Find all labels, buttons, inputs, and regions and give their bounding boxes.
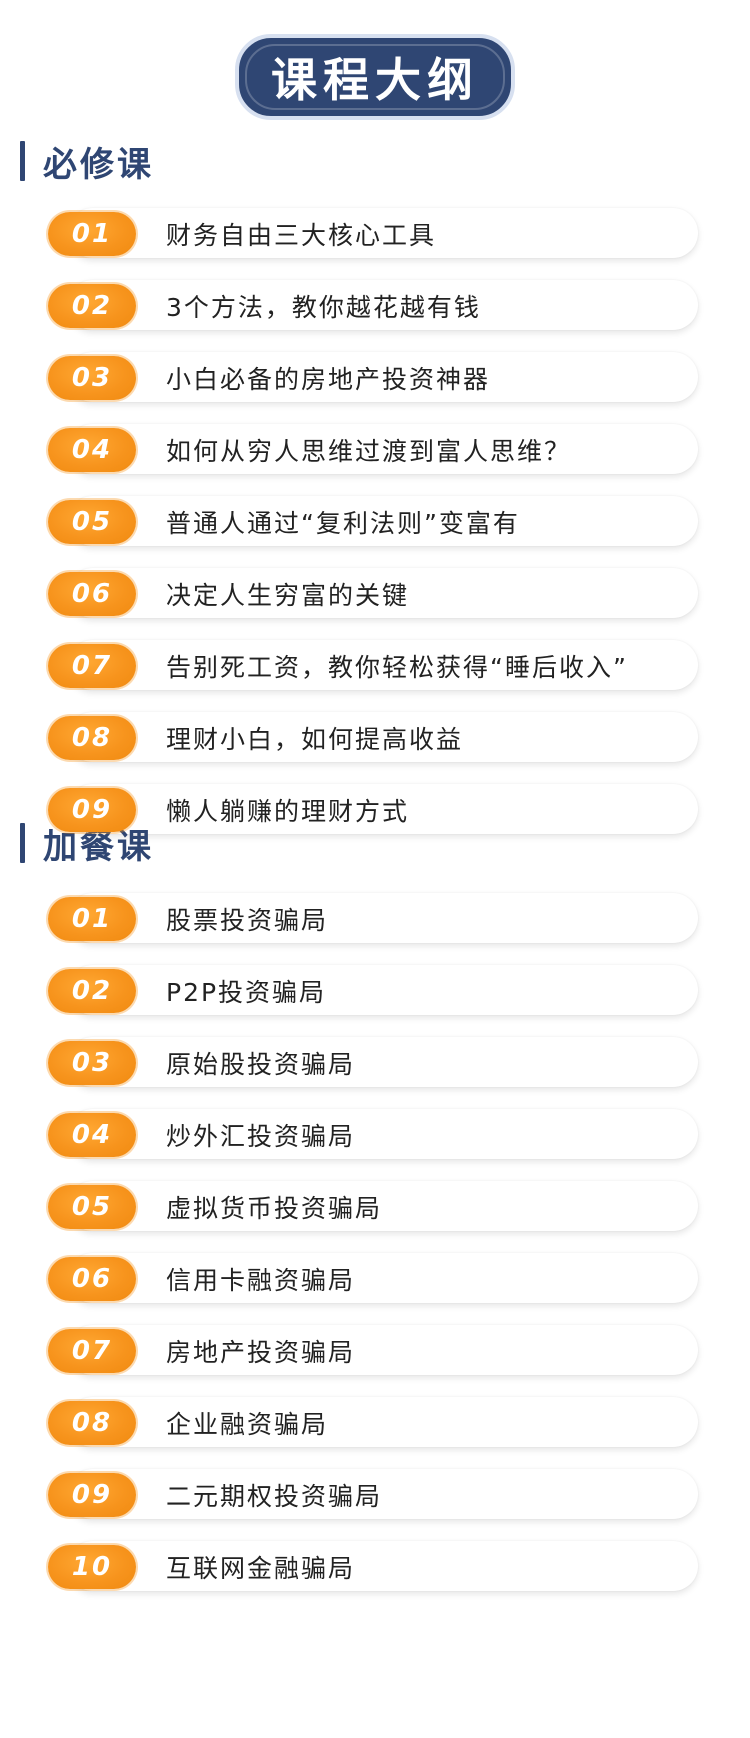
course-item[interactable]: 06 信用卡融资骗局 [48,1251,720,1306]
page-title: 课程大纲 [271,53,479,107]
course-item-pill [68,1469,698,1519]
course-title: 3个方法，教你越花越有钱 [166,292,481,322]
header: 课程大纲 [0,34,750,120]
course-number-badge: 01 [48,896,136,941]
course-item[interactable]: 08 企业融资骗局 [48,1395,720,1450]
course-item-pill [68,1541,698,1591]
course-item-pill [68,1037,698,1087]
course-item[interactable]: 08 理财小白，如何提高收益 [48,710,720,765]
course-number-badge: 04 [48,427,136,472]
course-number-badge: 01 [48,211,136,256]
course-item[interactable]: 02 3个方法，教你越花越有钱 [48,278,720,333]
course-title: 股票投资骗局 [166,905,329,935]
course-item[interactable]: 03 原始股投资骗局 [48,1035,720,1090]
course-number-badge: 04 [48,1112,136,1157]
course-title: 炒外汇投资骗局 [166,1121,356,1151]
course-number-badge: 02 [48,283,136,328]
course-title: 如何从穷人思维过渡到富人思维？ [166,436,572,466]
course-title: 房地产投资骗局 [166,1337,356,1367]
course-item[interactable]: 01 财务自由三大核心工具 [48,206,720,261]
course-item[interactable]: 10 互联网金融骗局 [48,1539,720,1594]
course-number-badge: 05 [48,499,136,544]
course-title: 决定人生穷富的关键 [166,580,410,610]
course-number-badge: 08 [48,715,136,760]
course-item-pill [68,965,698,1015]
course-number-badge: 07 [48,1328,136,1373]
bonus-course-list: 01 股票投资骗局 02 P2P投资骗局 03 原始股投资骗局 04 炒外汇投资… [48,891,720,1611]
course-item[interactable]: 06 决定人生穷富的关键 [48,566,720,621]
course-item[interactable]: 05 虚拟货币投资骗局 [48,1179,720,1234]
course-number-badge: 03 [48,355,136,400]
course-number-badge: 02 [48,968,136,1013]
course-item-pill [68,893,698,943]
course-item-pill [68,1109,698,1159]
course-number-badge: 05 [48,1184,136,1229]
course-title: 懒人躺赚的理财方式 [166,796,410,826]
course-title: 小白必备的房地产投资神器 [166,364,491,394]
course-number-badge: 09 [48,787,136,832]
course-item[interactable]: 04 炒外汇投资骗局 [48,1107,720,1162]
course-item[interactable]: 03 小白必备的房地产投资神器 [48,350,720,405]
course-item[interactable]: 09 二元期权投资骗局 [48,1467,720,1522]
course-item[interactable]: 07 房地产投资骗局 [48,1323,720,1378]
course-number-badge: 09 [48,1472,136,1517]
course-number-badge: 07 [48,643,136,688]
course-item[interactable]: 02 P2P投资骗局 [48,963,720,1018]
course-item[interactable]: 05 普通人通过“复利法则”变富有 [48,494,720,549]
course-number-badge: 03 [48,1040,136,1085]
course-title: 财务自由三大核心工具 [166,220,437,250]
course-title: 二元期权投资骗局 [166,1481,383,1511]
section-accent-bar [20,823,25,863]
required-section-heading: 必修课 [20,133,154,189]
course-title: 普通人通过“复利法则”变富有 [166,508,520,538]
course-item[interactable]: 04 如何从穷人思维过渡到富人思维？ [48,422,720,477]
course-title: 虚拟货币投资骗局 [166,1193,383,1223]
course-item-pill [68,1397,698,1447]
section-accent-bar [20,141,25,181]
course-item[interactable]: 01 股票投资骗局 [48,891,720,946]
course-number-badge: 10 [48,1544,136,1589]
course-item-pill [68,1325,698,1375]
title-badge: 课程大纲 [235,34,515,120]
course-item-pill [68,1181,698,1231]
course-title: 企业融资骗局 [166,1409,329,1439]
required-course-list: 01 财务自由三大核心工具 02 3个方法，教你越花越有钱 03 小白必备的房地… [48,206,720,854]
course-title: 原始股投资骗局 [166,1049,356,1079]
course-number-badge: 08 [48,1400,136,1445]
course-title: 告别死工资，教你轻松获得“睡后收入” [166,652,628,682]
required-section-title: 必修课 [43,144,154,185]
course-title: 信用卡融资骗局 [166,1265,356,1295]
course-number-badge: 06 [48,571,136,616]
course-title: 互联网金融骗局 [166,1553,356,1583]
course-title: P2P投资骗局 [166,977,327,1007]
course-number-badge: 06 [48,1256,136,1301]
course-item[interactable]: 07 告别死工资，教你轻松获得“睡后收入” [48,638,720,693]
course-item-pill [68,1253,698,1303]
course-title: 理财小白，如何提高收益 [166,724,464,754]
